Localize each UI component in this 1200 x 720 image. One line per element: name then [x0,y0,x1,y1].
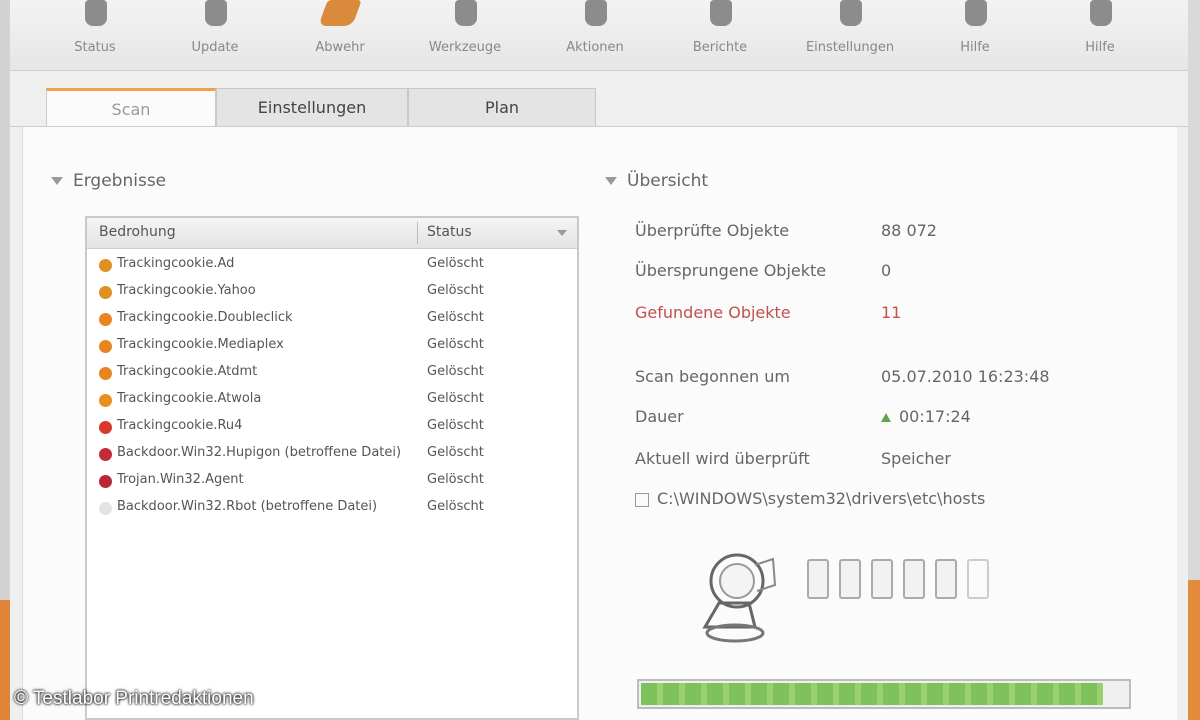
checkbox[interactable] [635,492,649,507]
actions-icon [585,0,607,26]
help-icon [1090,0,1112,26]
overview-label: Aktuell wird überprüft [635,449,810,468]
threat-level-icon [99,286,112,299]
file-icon [871,559,893,599]
shield-icon [318,0,362,26]
threat-level-icon [99,259,112,272]
table-row[interactable]: Trackingcookie.Doubleclick Gelöscht [87,306,577,333]
tools-icon [455,0,477,26]
overview-section-header[interactable]: Übersicht [605,171,708,191]
overview-label: Übersprungene Objekte [635,261,827,280]
threat-list[interactable]: Bedrohung Status Trackingcookie.Ad Gelös… [85,216,579,720]
table-row[interactable]: Trackingcookie.Atwola Gelöscht [87,387,577,414]
scan-progress-fill [641,683,1103,705]
threat-level-icon [99,421,112,434]
settings-icon [840,0,862,26]
overview-value: 88 072 [881,221,937,240]
threat-level-icon [99,448,112,461]
tab-plan[interactable]: Plan [408,88,596,127]
file-icon [839,559,861,599]
tab-einstellungen[interactable]: Einstellungen [216,88,408,127]
file-icon [903,559,925,599]
table-row[interactable]: Trackingcookie.Atdmt Gelöscht [87,360,577,387]
overview-title: Übersicht [627,171,709,191]
overview-label: Überprüfte Objekte [635,221,790,240]
threat-list-header: Bedrohung Status [87,218,577,249]
table-row[interactable]: Trackingcookie.Ad Gelöscht [87,252,577,279]
column-header-threat[interactable]: Bedrohung [99,224,176,240]
overview-value: 0 [881,261,892,280]
overview-value: 05.07.2010 16:23:48 [881,367,1050,386]
threat-level-icon [99,313,112,326]
results-section-header[interactable]: Ergebnisse [51,171,166,191]
left-window-edge [0,0,10,720]
scan-panel: Ergebnisse Bedrohung Status Trackingcook… [22,127,1177,720]
toolbar-tools-button[interactable]: Werkzeuge [410,0,520,70]
toolbar-update-button[interactable]: Update [160,0,270,70]
help-icon [965,0,987,26]
current-file-path: C:\WINDOWS\system32\drivers\etc\hosts [635,489,985,508]
threat-level-icon [99,475,112,488]
report-icon [710,0,732,26]
update-icon [205,0,227,26]
toolbar-actions-button[interactable]: Aktionen [540,0,650,70]
table-row[interactable]: Trackingcookie.Ru4 Gelöscht [87,414,577,441]
table-row[interactable]: Backdoor.Win32.Hupigon (betroffene Datei… [87,441,577,468]
tab-scan[interactable]: Scan [46,88,216,129]
overview-value-found: 11 [881,303,902,322]
scan-progress-bar [637,679,1131,709]
threat-level-icon [99,394,112,407]
collapse-icon [605,177,617,185]
toolbar-abwehr-button[interactable]: Abwehr [285,0,395,70]
collapse-icon [51,177,63,185]
overview-value: 00:17:24 [881,407,971,426]
overview-label-found: Gefundene Objekte [635,303,791,322]
toolbar-help-button[interactable]: Hilfe [920,0,1030,70]
results-title: Ergebnisse [73,171,167,191]
image-credit: © Testlabor Printredaktionen [14,688,254,709]
overview-value: Speicher [881,449,951,468]
threat-level-icon [99,340,112,353]
toolbar-settings-button[interactable]: Einstellungen [795,0,905,70]
table-row[interactable]: Backdoor.Win32.Rbot (betroffene Datei) G… [87,495,577,522]
overview-label: Scan begonnen um [635,367,791,386]
scanner-illustration-icon [702,553,777,643]
file-icon [967,559,989,599]
table-row[interactable]: Trackingcookie.Yahoo Gelöscht [87,279,577,306]
column-header-status[interactable]: Status [427,224,472,240]
file-icon [807,559,829,599]
toolbar: Status Update Abwehr Werkzeuge Aktionen … [10,0,1188,71]
table-row[interactable]: Trackingcookie.Mediaplex Gelöscht [87,333,577,360]
up-arrow-icon [881,413,891,422]
table-row[interactable]: Trojan.Win32.Agent Gelöscht [87,468,577,495]
app-window: Status Update Abwehr Werkzeuge Aktionen … [10,0,1188,720]
status-icon [85,0,107,26]
right-window-edge [1188,0,1200,720]
threat-level-icon [99,502,112,515]
toolbar-help-button-2[interactable]: Hilfe [1045,0,1155,70]
toolbar-status-button[interactable]: Status [40,0,150,70]
file-icon [935,559,957,599]
toolbar-report-button[interactable]: Berichte [665,0,775,70]
sort-arrow-icon [557,230,567,236]
threat-level-icon [99,367,112,380]
overview-label: Dauer [635,407,684,426]
